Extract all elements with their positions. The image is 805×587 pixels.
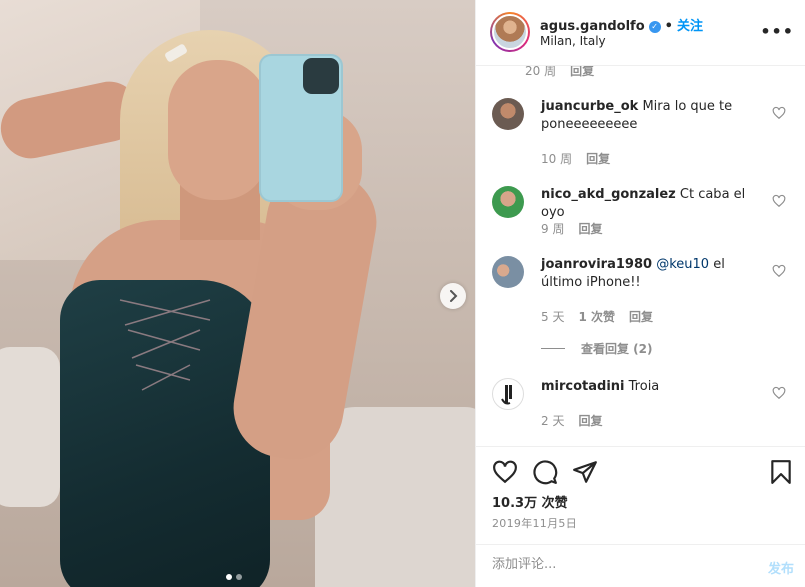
comment-username[interactable]: nico_akd_gonzalez (541, 187, 676, 202)
comment-time: 2 天 (541, 414, 565, 428)
comment-reply-button[interactable]: 回复 (586, 152, 610, 166)
comment-mention[interactable]: @keu10 (656, 257, 709, 272)
post-username-row: agus.gandolfo ✓ • 关注 (540, 15, 703, 34)
profile-avatar[interactable] (490, 12, 530, 52)
comment-time: 9 周 (541, 222, 565, 236)
heart-icon[interactable] (492, 459, 518, 485)
photo-pillow (315, 407, 475, 587)
divider-line (541, 348, 565, 349)
comment-reply-button[interactable]: 回复 (629, 310, 653, 324)
comment-meta: 5 天 1 次赞 回复 (541, 308, 667, 325)
post-header: agus.gandolfo ✓ • 关注 Milan, Italy ••• (476, 0, 805, 66)
carousel-indicator (226, 574, 242, 580)
add-comment-bar: 发布 (476, 544, 805, 587)
view-replies-label: 查看回复 (2) (581, 342, 653, 356)
comment-meta: 9 周回复 (541, 220, 616, 237)
comment-reply-button[interactable]: 回复 (578, 222, 602, 236)
bookmark-icon[interactable] (768, 459, 794, 485)
comment-text: juancurbe_ok Mira lo que te poneeeeeeeee (541, 98, 761, 134)
comment-username[interactable]: mircotadini (541, 379, 625, 394)
post-actions (476, 446, 805, 496)
comment-avatar[interactable] (492, 378, 524, 410)
comment-likes[interactable]: 1 次赞 (578, 310, 615, 324)
heart-icon[interactable] (772, 264, 786, 278)
post-location[interactable]: Milan, Italy (540, 34, 606, 48)
comment-meta: 20 周 回复 (525, 66, 608, 79)
comment-username[interactable]: joanrovira1980 (541, 257, 652, 272)
carousel-dot (236, 574, 242, 580)
comment-reply-button[interactable]: 回复 (570, 66, 594, 78)
comment-avatar[interactable] (492, 98, 524, 130)
view-replies-button[interactable]: 查看回复 (2) (541, 340, 653, 357)
comment-content: Troia (628, 379, 660, 394)
post-username[interactable]: agus.gandolfo (540, 19, 645, 34)
post-comment-button[interactable]: 发布 (768, 558, 794, 577)
carousel-dot-active (226, 574, 232, 580)
comment-reply-button[interactable]: 回复 (578, 414, 602, 428)
separator: • (664, 19, 673, 34)
comment-meta: 10 周回复 (541, 150, 624, 167)
carousel-next-button[interactable] (440, 283, 466, 309)
comment-input[interactable] (492, 557, 742, 572)
photo-pillow (0, 347, 60, 507)
comment-text: nico_akd_gonzalez Ct caba el oyo (541, 186, 761, 222)
comment-time: 20 周 (525, 66, 557, 78)
comment-avatar[interactable] (492, 256, 524, 288)
comment-time: 5 天 (541, 310, 565, 324)
photo-bodysuit (60, 280, 270, 587)
photo-phone-camera (303, 58, 339, 94)
post-date: 2019年11月5日 (492, 517, 577, 530)
comment-text: joanrovira1980 @keu10 el último iPhone!! (541, 256, 761, 292)
post-sidebar: agus.gandolfo ✓ • 关注 Milan, Italy ••• 20 周回… (475, 0, 805, 587)
photo-face (168, 60, 268, 200)
share-icon[interactable] (572, 459, 598, 485)
comment-icon[interactable] (532, 459, 558, 485)
heart-icon[interactable] (772, 194, 786, 208)
post-photo[interactable] (0, 0, 475, 587)
comment-meta: 2 天回复 (541, 412, 616, 429)
comment-username[interactable]: juancurbe_ok (541, 99, 638, 114)
comment-list[interactable]: 20 周回复 juancurbe_ok Mira lo que te ponee… (476, 66, 805, 446)
verified-badge-icon: ✓ (648, 21, 661, 33)
more-horizontal-icon[interactable]: ••• (760, 22, 794, 41)
comment-time: 10 周 (541, 152, 573, 166)
comment-avatar[interactable] (492, 186, 524, 218)
likes-count[interactable]: 10.3万 次赞 (492, 492, 568, 511)
comment-text: mircotadini Troia (541, 378, 761, 396)
chevron-right-icon (448, 287, 458, 306)
heart-icon[interactable] (772, 386, 786, 400)
follow-button[interactable]: 关注 (677, 19, 703, 34)
heart-icon[interactable] (772, 106, 786, 120)
